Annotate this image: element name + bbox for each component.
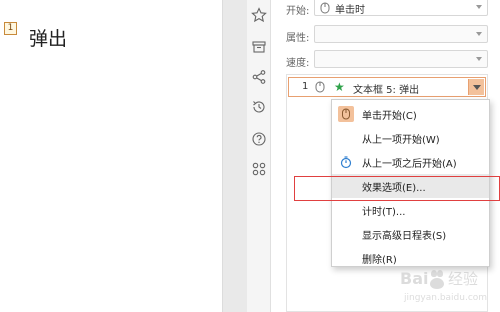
svg-text:经验: 经验 xyxy=(448,270,478,288)
menu-item-start-on-click[interactable]: 单击开始(C) xyxy=(332,102,489,126)
animation-dropdown-button[interactable] xyxy=(468,79,484,95)
entrance-effect-icon: ★ xyxy=(334,80,345,94)
start-label: 开始: xyxy=(286,6,310,17)
highlight-annotation xyxy=(294,176,500,201)
menu-item-start-with-previous[interactable]: 从上一项开始(W) xyxy=(332,126,489,150)
side-icon-bar xyxy=(247,0,271,312)
start-value: 单击时 xyxy=(335,5,365,16)
speed-select[interactable] xyxy=(314,50,488,68)
menu-item-timing[interactable]: 计时(T)... xyxy=(332,198,489,222)
animation-list-item[interactable]: 1 ★ 文本框 5: 弹出 xyxy=(288,77,486,97)
property-select[interactable] xyxy=(314,25,488,43)
slide-canvas[interactable]: 1 弹出 xyxy=(0,0,222,312)
canvas-gutter xyxy=(222,0,247,312)
svg-text:jingyan.baidu.com: jingyan.baidu.com xyxy=(403,293,487,303)
chevron-down-icon xyxy=(476,5,482,9)
menu-item-start-after-previous[interactable]: 从上一项之后开始(A) xyxy=(332,150,489,174)
menu-item-label: 显示高级日程表(S) xyxy=(362,231,447,242)
slide-textbox[interactable]: 弹出 xyxy=(29,24,67,51)
animation-order-badge[interactable]: 1 xyxy=(4,22,17,35)
share-icon[interactable] xyxy=(251,69,267,85)
history-icon[interactable] xyxy=(251,99,267,115)
menu-item-label: 从上一项开始(W) xyxy=(362,135,440,146)
help-icon[interactable] xyxy=(251,131,267,147)
mouse-icon xyxy=(320,2,330,14)
archive-icon[interactable] xyxy=(251,39,267,55)
property-label: 属性: xyxy=(286,33,310,44)
menu-item-label: 从上一项之后开始(A) xyxy=(362,159,457,170)
chevron-down-icon xyxy=(473,85,481,90)
star-icon[interactable] xyxy=(251,7,267,23)
chevron-down-icon xyxy=(476,57,482,61)
baidu-jingyan-watermark: Bai 经验 jingyan.baidu.com xyxy=(400,269,487,303)
chevron-down-icon xyxy=(476,32,482,36)
menu-item-show-advanced-timeline[interactable]: 显示高级日程表(S) xyxy=(332,222,489,246)
mouse-click-icon xyxy=(338,106,354,122)
svg-text:Bai: Bai xyxy=(400,269,428,288)
menu-item-label: 单击开始(C) xyxy=(362,111,417,122)
clock-icon xyxy=(340,156,352,169)
animation-order: 1 xyxy=(302,81,309,92)
mouse-icon xyxy=(315,81,325,93)
apps-grid-icon[interactable] xyxy=(251,161,267,177)
speed-label: 速度: xyxy=(286,58,310,69)
menu-item-label: 计时(T)... xyxy=(362,207,406,218)
start-select[interactable]: 单击时 xyxy=(314,0,488,16)
animation-name: 文本框 5: 弹出 xyxy=(353,85,420,96)
